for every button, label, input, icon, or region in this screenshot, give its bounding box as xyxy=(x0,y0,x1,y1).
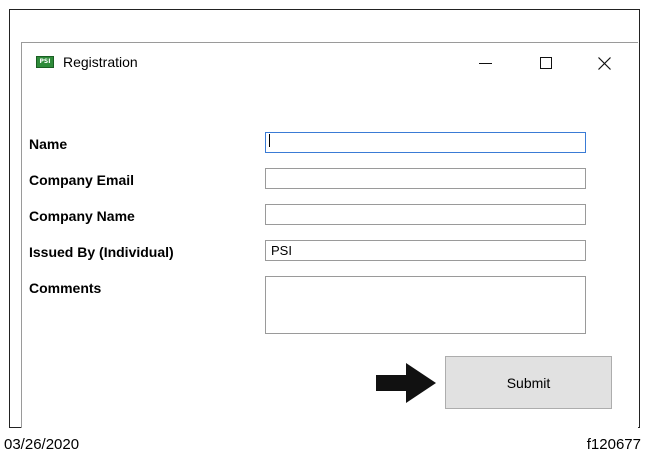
minimize-icon xyxy=(478,62,492,64)
company-name-label: Company Name xyxy=(29,208,135,224)
company-email-label: Company Email xyxy=(29,172,135,188)
comments-label: Comments xyxy=(29,280,102,296)
maximize-icon xyxy=(540,57,552,69)
issued-by-label: Issued By (Individual) xyxy=(29,244,174,260)
name-label: Name xyxy=(29,136,68,152)
minimize-button[interactable] xyxy=(465,47,505,79)
text-caret xyxy=(269,134,270,147)
close-icon xyxy=(597,56,611,70)
psi-app-icon: PSI xyxy=(36,56,54,68)
close-button[interactable] xyxy=(584,47,624,79)
issued-by-input[interactable] xyxy=(265,240,586,261)
registration-window: PSI Registration Name Company Email Comp… xyxy=(21,42,638,428)
title-bar: PSI Registration xyxy=(22,43,638,83)
submit-button[interactable]: Submit xyxy=(445,356,612,409)
comments-textarea[interactable] xyxy=(265,276,586,334)
window-title: Registration xyxy=(63,54,138,70)
company-name-input[interactable] xyxy=(265,204,586,225)
arrow-right-icon xyxy=(376,363,436,403)
name-input[interactable] xyxy=(265,132,586,153)
caption-date: 03/26/2020 xyxy=(4,436,80,453)
maximize-button[interactable] xyxy=(526,47,566,79)
company-email-input[interactable] xyxy=(265,168,586,189)
caption-figure-id: f120677 xyxy=(586,436,641,453)
